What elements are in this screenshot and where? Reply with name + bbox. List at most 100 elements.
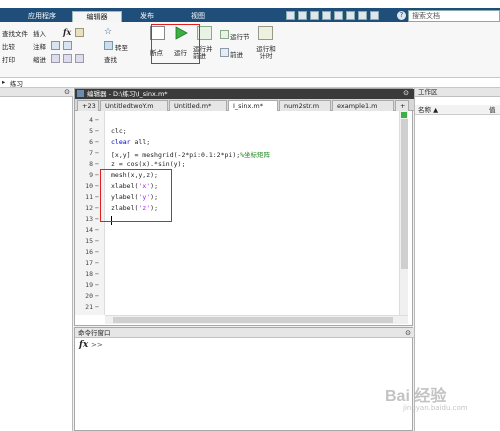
code-highlight-box xyxy=(100,169,172,222)
tab-publish[interactable]: 发布 xyxy=(128,11,166,22)
line-dash-marker[interactable]: − xyxy=(95,226,99,234)
line-dash-marker[interactable]: − xyxy=(95,149,99,157)
tab-untitled[interactable]: Untitled.m* xyxy=(169,100,227,111)
indent-icon[interactable] xyxy=(51,54,60,63)
line-number: 20 xyxy=(85,292,93,300)
folder-arrow-icon[interactable]: ▸ xyxy=(2,78,5,86)
workspace-name-column[interactable]: 名称 ▲ xyxy=(418,105,438,115)
tab-l-sinx[interactable]: I_sinx.m* xyxy=(228,100,278,111)
run-section-icon[interactable] xyxy=(220,30,229,39)
line-number: 6 xyxy=(89,138,93,146)
new-tab-button[interactable]: + xyxy=(395,100,409,111)
editor-title-bar: 编辑器 - D:\练习\I_sinx.m* xyxy=(75,89,414,99)
line-dash-marker[interactable]: − xyxy=(95,292,99,300)
function-browser-fx-icon[interactable]: fx xyxy=(79,340,88,350)
line-number: 17 xyxy=(85,259,93,267)
code-line-5[interactable]: clc; xyxy=(111,127,127,135)
window-top-strip xyxy=(0,0,500,8)
command-window-menu-icon[interactable]: ⊙ xyxy=(405,328,411,338)
goto-icon[interactable] xyxy=(104,41,113,50)
line-dash-marker[interactable]: − xyxy=(95,204,99,212)
goto-button[interactable]: 转至 xyxy=(115,42,128,52)
line-number: 15 xyxy=(85,237,93,245)
line-dash-marker[interactable]: − xyxy=(95,248,99,256)
line-dash-marker[interactable]: − xyxy=(95,215,99,223)
panel-menu-icon[interactable]: ⊙ xyxy=(64,88,70,96)
editor-tab-bar: +23 UntitledtwoY.m Untitled.m* I_sinx.m*… xyxy=(75,99,414,111)
comment-button[interactable]: 注释 xyxy=(33,41,46,51)
watermark-logo: Bai 经验 xyxy=(385,388,447,405)
find-files-button[interactable]: 查找文件 xyxy=(2,28,28,38)
undo-icon[interactable] xyxy=(334,11,343,20)
run-highlight-box xyxy=(151,24,200,64)
workspace-value-column[interactable]: 值 xyxy=(489,105,496,115)
code-line-7[interactable]: [x,y] = meshgrid(-2*pi:0.1:2*pi);%坐标矩阵 xyxy=(111,149,270,159)
line-dash-marker[interactable]: − xyxy=(95,138,99,146)
line-number: 12 xyxy=(85,204,93,212)
cut-icon[interactable] xyxy=(298,11,307,20)
print-button[interactable]: 打印 xyxy=(2,54,15,64)
run-section-button[interactable]: 运行节 xyxy=(230,31,250,41)
editor-menu-icon[interactable]: ⊙ xyxy=(403,89,409,97)
help-icon[interactable]: ? xyxy=(397,11,406,20)
advance-icon[interactable] xyxy=(220,48,229,57)
line-dash-marker[interactable]: − xyxy=(95,259,99,267)
tab-view[interactable]: 视图 xyxy=(178,11,218,22)
code-line-8[interactable]: z = cos(x).*sin(y); xyxy=(111,160,185,168)
line-number: 9 xyxy=(89,171,93,179)
editor-vertical-scroll-thumb[interactable] xyxy=(401,119,408,269)
save-icon[interactable] xyxy=(286,11,295,20)
command-prompt[interactable]: >> xyxy=(91,341,103,349)
line-dash-marker[interactable]: − xyxy=(95,281,99,289)
switch-windows-icon[interactable] xyxy=(358,11,367,20)
insert-button[interactable]: 插入 xyxy=(33,28,46,38)
line-dash-marker[interactable]: − xyxy=(95,171,99,179)
indent-button[interactable]: 缩进 xyxy=(33,54,46,64)
tab-untitledtwoy[interactable]: UntitledtwoY.m xyxy=(100,100,168,111)
paste-icon[interactable] xyxy=(322,11,331,20)
compare-button[interactable]: 比较 xyxy=(2,41,15,51)
tab-overflow[interactable]: +23 xyxy=(77,100,99,111)
line-number: 5 xyxy=(89,127,93,135)
run-and-time-icon[interactable] xyxy=(258,26,273,40)
copy-icon[interactable] xyxy=(310,11,319,20)
layout-icon[interactable] xyxy=(370,11,379,20)
code-analyzer-indicator-icon[interactable] xyxy=(401,112,407,118)
line-number: 4 xyxy=(89,116,93,124)
smart-indent-icon[interactable] xyxy=(75,54,84,63)
line-dash-marker[interactable]: − xyxy=(95,116,99,124)
line-dash-marker[interactable]: − xyxy=(95,182,99,190)
line-dash-marker[interactable]: − xyxy=(95,303,99,311)
line-dash-marker[interactable]: − xyxy=(95,270,99,278)
line-dash-marker[interactable]: − xyxy=(95,193,99,201)
run-and-time-button[interactable]: 运行和计时 xyxy=(254,46,278,60)
line-number: 8 xyxy=(89,160,93,168)
quick-access-toolbar xyxy=(286,11,379,21)
line-number: 13 xyxy=(85,215,93,223)
outdent-icon[interactable] xyxy=(63,54,72,63)
line-dash-marker[interactable]: − xyxy=(95,160,99,168)
function-browser-icon[interactable] xyxy=(75,28,84,37)
advance-button[interactable]: 前进 xyxy=(230,49,243,59)
insert-function-button[interactable]: fx xyxy=(63,27,71,37)
tab-example1[interactable]: example1.m xyxy=(332,100,394,111)
star-icon[interactable]: ☆ xyxy=(104,28,113,37)
find-button[interactable]: 查找 xyxy=(104,54,117,64)
comment-percent-icon[interactable] xyxy=(51,41,60,50)
tab-apps[interactable]: 应用程序 xyxy=(20,11,64,22)
command-window: 命令行窗口 ⊙ fx >> xyxy=(74,327,414,431)
code-line-6[interactable]: clear all; xyxy=(111,138,150,146)
line-dash-marker[interactable]: − xyxy=(95,237,99,245)
tab-num2str[interactable]: num2str.m xyxy=(279,100,331,111)
editor-vertical-scrollbar[interactable] xyxy=(399,111,408,315)
redo-icon[interactable] xyxy=(346,11,355,20)
uncomment-icon[interactable] xyxy=(63,41,72,50)
editor-horizontal-scroll-thumb[interactable] xyxy=(113,317,393,323)
current-folder-path[interactable]: 练习 xyxy=(10,78,23,88)
line-dash-marker[interactable]: − xyxy=(95,127,99,135)
editor-horizontal-scrollbar[interactable] xyxy=(105,315,408,324)
search-documentation-input[interactable]: 搜索文档 xyxy=(408,10,500,22)
tab-editor[interactable]: 编辑器 xyxy=(72,11,122,22)
workspace-column-headers: 名称 ▲ 值 xyxy=(415,105,500,115)
workspace-header: 工作区 xyxy=(415,88,500,97)
